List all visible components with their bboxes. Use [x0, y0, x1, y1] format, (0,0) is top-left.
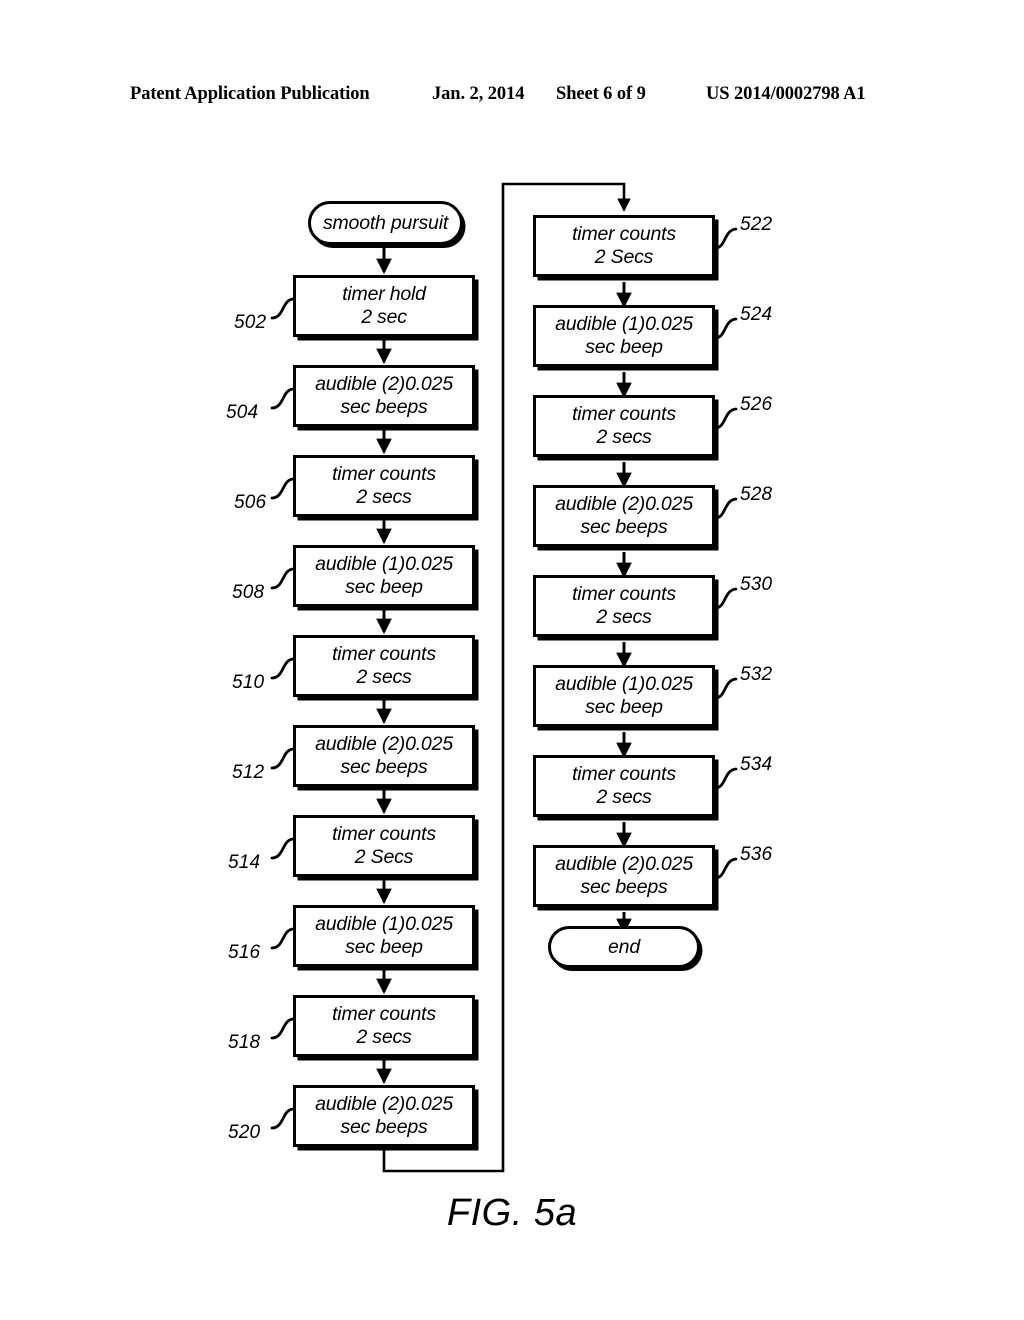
flow-node-518-line-2: 2 secs: [356, 1026, 412, 1048]
flow-node-532-line-1: audible (1)0.025: [555, 673, 693, 695]
ref-numeral-510: 510: [232, 672, 265, 693]
flow-node-524: audible (1)0.025 sec beep: [533, 305, 715, 367]
ref-numeral-522: 522: [740, 214, 773, 235]
flow-node-512-line-1: audible (2)0.025: [315, 733, 453, 755]
flow-node-506: timer counts 2 secs: [293, 455, 475, 517]
flow-node-512-line-2: sec beeps: [340, 756, 428, 778]
flow-node-start: smooth pursuit: [308, 201, 463, 245]
ref-numeral-534: 534: [740, 754, 773, 775]
flow-node-518-line-1: timer counts: [332, 1003, 436, 1025]
flow-node-502-line-2: 2 sec: [361, 306, 407, 328]
flow-node-528-line-2: sec beeps: [580, 516, 668, 538]
flow-node-514: timer counts 2 Secs: [293, 815, 475, 877]
flow-node-502: timer hold 2 sec: [293, 275, 475, 337]
ref-numeral-520: 520: [228, 1122, 261, 1143]
ref-numeral-504: 504: [226, 402, 259, 423]
flow-node-514-line-2: 2 Secs: [354, 846, 414, 868]
flow-node-536-line-2: sec beeps: [580, 876, 668, 898]
flow-node-508-line-1: audible (1)0.025: [315, 553, 453, 575]
flow-node-502-line-1: timer hold: [342, 283, 426, 305]
flow-node-526: timer counts 2 secs: [533, 395, 715, 457]
flow-node-508-line-2: sec beep: [345, 576, 423, 598]
flowchart-connectors: [270, 182, 738, 1173]
figure-caption: FIG. 5a: [446, 1192, 578, 1234]
ref-numeral-506: 506: [234, 492, 267, 513]
flow-node-536: audible (2)0.025 sec beeps: [533, 845, 715, 907]
flow-node-522-line-1: timer counts: [572, 223, 676, 245]
flow-node-510: timer counts 2 secs: [293, 635, 475, 697]
flow-node-518: timer counts 2 secs: [293, 995, 475, 1057]
flow-node-end: end: [548, 926, 700, 968]
flow-node-506-line-1: timer counts: [332, 463, 436, 485]
ref-numeral-502: 502: [234, 312, 267, 333]
flow-node-506-line-2: 2 secs: [356, 486, 412, 508]
flow-node-530-line-1: timer counts: [572, 583, 676, 605]
flow-node-532: audible (1)0.025 sec beep: [533, 665, 715, 727]
flow-node-530-line-2: 2 secs: [596, 606, 652, 628]
flow-node-520-line-2: sec beeps: [340, 1116, 428, 1138]
flow-node-534-line-1: timer counts: [572, 763, 676, 785]
flow-node-528-line-1: audible (2)0.025: [555, 493, 693, 515]
flow-node-516-line-1: audible (1)0.025: [315, 913, 453, 935]
flow-node-520: audible (2)0.025 sec beeps: [293, 1085, 475, 1147]
ref-numeral-528: 528: [740, 484, 773, 505]
flow-node-start-line-1: smooth pursuit: [322, 211, 449, 234]
ref-numeral-532: 532: [740, 664, 773, 685]
flow-node-528: audible (2)0.025 sec beeps: [533, 485, 715, 547]
flow-node-504: audible (2)0.025 sec beeps: [293, 365, 475, 427]
ref-numeral-536: 536: [740, 844, 773, 865]
flow-node-536-line-1: audible (2)0.025: [555, 853, 693, 875]
flow-node-526-line-2: 2 secs: [596, 426, 652, 448]
ref-numeral-514: 514: [228, 852, 261, 873]
flow-node-524-line-2: sec beep: [585, 336, 663, 358]
ref-numeral-516: 516: [228, 942, 261, 963]
flow-node-510-line-1: timer counts: [332, 643, 436, 665]
flow-node-504-line-1: audible (2)0.025: [315, 373, 453, 395]
flow-node-530: timer counts 2 secs: [533, 575, 715, 637]
flow-node-512: audible (2)0.025 sec beeps: [293, 725, 475, 787]
flow-node-522: timer counts 2 Secs: [533, 215, 715, 277]
flow-node-end-line-1: end: [608, 935, 640, 958]
flow-node-534: timer counts 2 secs: [533, 755, 715, 817]
flow-node-510-line-2: 2 secs: [356, 666, 412, 688]
flow-node-532-line-2: sec beep: [585, 696, 663, 718]
flow-node-504-line-2: sec beeps: [340, 396, 428, 418]
flow-node-516-line-2: sec beep: [345, 936, 423, 958]
flow-node-520-line-1: audible (2)0.025: [315, 1093, 453, 1115]
ref-numeral-526: 526: [740, 394, 773, 415]
patent-figure-5a: smooth pursuit timer hold 2 sec audible …: [0, 0, 1024, 1320]
flow-node-522-line-2: 2 Secs: [594, 246, 654, 268]
flow-node-514-line-1: timer counts: [332, 823, 436, 845]
flow-node-526-line-1: timer counts: [572, 403, 676, 425]
flow-node-508: audible (1)0.025 sec beep: [293, 545, 475, 607]
ref-numeral-512: 512: [232, 762, 265, 783]
flow-node-524-line-1: audible (1)0.025: [555, 313, 693, 335]
flow-node-516: audible (1)0.025 sec beep: [293, 905, 475, 967]
ref-numeral-524: 524: [740, 304, 773, 325]
ref-numeral-530: 530: [740, 574, 773, 595]
ref-numeral-518: 518: [228, 1032, 261, 1053]
ref-numeral-508: 508: [232, 582, 265, 603]
flow-node-534-line-2: 2 secs: [596, 786, 652, 808]
